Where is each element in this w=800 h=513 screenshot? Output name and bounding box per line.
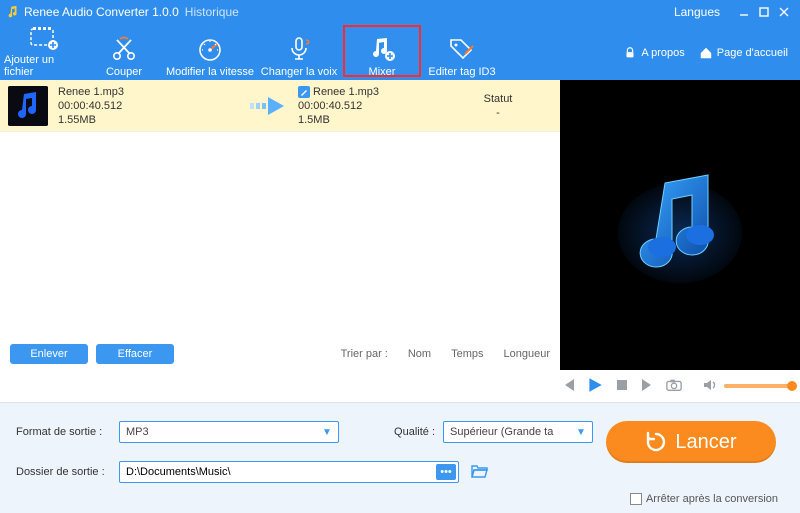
app-title: Renee Audio Converter 1.0.0 — [24, 5, 179, 19]
titlebar: Renee Audio Converter 1.0.0 Historique L… — [0, 0, 800, 24]
edit-pencil-icon[interactable] — [298, 86, 310, 98]
tool-label: Mixer — [369, 66, 396, 78]
clear-button[interactable]: Effacer — [96, 344, 174, 364]
prev-button[interactable] — [560, 377, 576, 396]
tool-voice[interactable]: Changer la voix — [256, 24, 342, 78]
history-link[interactable]: Historique — [185, 5, 239, 19]
player-controls — [0, 370, 800, 402]
refresh-icon — [645, 431, 667, 453]
output-folder-field: ••• — [119, 461, 459, 483]
tool-mixer[interactable]: Mixer — [342, 24, 422, 78]
volume-icon[interactable] — [702, 377, 718, 396]
mic-icon — [284, 34, 314, 64]
tool-id3[interactable]: Editer tag ID3 — [422, 24, 502, 78]
minimize-button[interactable] — [734, 2, 754, 22]
language-label: Langues — [674, 5, 720, 19]
browse-button[interactable]: ••• — [436, 464, 456, 480]
stop-button[interactable] — [614, 377, 630, 396]
sort-label: Trier par : — [341, 348, 388, 360]
stop-after-checkbox[interactable]: Arrêter après la conversion — [630, 493, 778, 505]
tag-edit-icon — [447, 34, 477, 64]
folder-label: Dossier de sortie : — [16, 466, 111, 478]
close-button[interactable] — [774, 2, 794, 22]
open-folder-button[interactable] — [471, 463, 489, 482]
source-info: Renee 1.mp3 00:00:40.512 1.55MB — [58, 85, 238, 127]
volume-control — [702, 377, 794, 396]
dest-duration: 00:00:40.512 — [298, 99, 448, 113]
file-list: Renee 1.mp3 00:00:40.512 1.55MB Renee 1.… — [0, 80, 560, 370]
quality-combo[interactable]: Supérieur (Grande ta ▼ — [443, 421, 593, 443]
launch-button[interactable]: Lancer — [606, 421, 776, 463]
list-item[interactable]: Renee 1.mp3 00:00:40.512 1.55MB Renee 1.… — [0, 80, 560, 132]
maximize-button[interactable] — [754, 2, 774, 22]
item-thumbnail — [8, 86, 48, 126]
status-value: - — [458, 106, 538, 120]
source-filename: Renee 1.mp3 — [58, 85, 238, 99]
app-logo-icon — [6, 5, 20, 19]
toolbar: Ajouter un fichier Couper Modifier la vi… — [0, 24, 800, 80]
dest-size: 1.5MB — [298, 113, 448, 127]
tool-label: Ajouter un fichier — [4, 54, 84, 78]
snapshot-button[interactable] — [666, 377, 682, 396]
status-header: Statut — [458, 92, 538, 106]
format-label: Format de sortie : — [16, 426, 111, 438]
list-footer: Enlever Effacer Trier par : Nom Temps Lo… — [0, 338, 560, 370]
mixer-icon — [367, 34, 397, 64]
lock-icon — [623, 46, 637, 60]
remove-button[interactable]: Enlever — [10, 344, 88, 364]
play-button[interactable] — [586, 376, 604, 397]
tool-speed[interactable]: Modifier la vitesse — [164, 24, 256, 78]
convert-arrow-icon — [248, 95, 288, 117]
tool-label: Modifier la vitesse — [166, 66, 254, 78]
sort-by-length[interactable]: Longueur — [504, 348, 551, 360]
about-link[interactable]: A propos — [623, 46, 684, 60]
sort-by-time[interactable]: Temps — [451, 348, 483, 360]
quality-value: Supérieur (Grande ta — [450, 426, 553, 438]
next-button[interactable] — [640, 377, 656, 396]
chevron-down-icon: ▼ — [320, 427, 334, 438]
tool-label: Couper — [106, 66, 142, 78]
quality-label: Qualité : — [385, 426, 435, 438]
dest-info: Renee 1.mp3 00:00:40.512 1.5MB — [298, 85, 448, 127]
source-size: 1.55MB — [58, 113, 238, 127]
sort-by-name[interactable]: Nom — [408, 348, 431, 360]
film-add-icon — [29, 24, 59, 52]
gauge-icon — [195, 34, 225, 64]
output-settings: Format de sortie : MP3 ▼ Qualité : Supér… — [0, 402, 800, 513]
checkbox-box — [630, 493, 642, 505]
home-link[interactable]: Page d'accueil — [699, 46, 788, 60]
tool-cut[interactable]: Couper — [84, 24, 164, 78]
sort-bar: Trier par : Nom Temps Longueur — [341, 348, 550, 360]
launch-label: Lancer — [675, 431, 736, 454]
volume-slider[interactable] — [724, 384, 794, 388]
chevron-down-icon: ▼ — [574, 427, 588, 438]
scissors-icon — [109, 34, 139, 64]
tool-label: Editer tag ID3 — [428, 66, 495, 78]
music-note-icon — [610, 155, 750, 295]
format-combo[interactable]: MP3 ▼ — [119, 421, 339, 443]
main-area: Renee 1.mp3 00:00:40.512 1.55MB Renee 1.… — [0, 80, 800, 370]
stop-after-label: Arrêter après la conversion — [646, 493, 778, 505]
tool-add-file[interactable]: Ajouter un fichier — [4, 24, 84, 78]
preview-pane — [560, 80, 800, 370]
source-duration: 00:00:40.512 — [58, 99, 238, 113]
language-selector[interactable]: Langues — [674, 5, 724, 19]
dest-filename: Renee 1.mp3 — [313, 85, 379, 99]
tool-label: Changer la voix — [261, 66, 337, 78]
format-value: MP3 — [126, 426, 149, 438]
output-folder-input[interactable] — [126, 466, 432, 478]
home-icon — [699, 46, 713, 60]
status-column: Statut - — [458, 92, 538, 120]
